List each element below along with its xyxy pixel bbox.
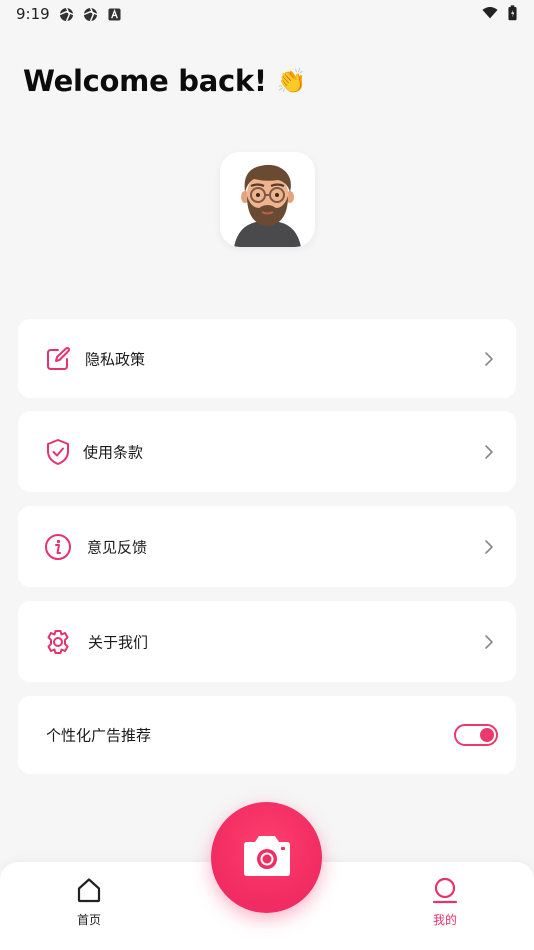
shield-check-icon [44,438,72,466]
tab-home[interactable]: 首页 [59,876,119,928]
status-bar: 9:19 [0,0,534,28]
tab-label: 我的 [432,913,457,927]
welcome-text: Welcome back! [23,64,267,98]
chevron-right-icon [482,538,496,556]
status-left-icons [58,6,122,22]
home-icon [75,876,103,908]
camera-button[interactable] [211,802,322,913]
menu-item-label: 使用条款 [83,443,144,461]
personalized-ads-card: 个性化广告推荐 [18,696,516,774]
profile-icon [431,876,459,908]
personalized-ads-toggle[interactable] [454,724,498,746]
status-time: 9:19 [16,5,50,23]
avatar-image [220,152,315,247]
menu-item-terms-of-use[interactable]: 使用条款 [18,411,516,492]
edit-icon [44,345,72,373]
menu-item-privacy-policy[interactable]: 隐私政策 [18,319,516,398]
battery-icon [504,5,520,21]
toggle-knob [480,728,494,742]
menu-item-label: 意见反馈 [87,538,148,556]
menu-item-about-us[interactable]: 关于我们 [18,601,516,682]
menu-item-label: 关于我们 [88,633,149,651]
gear-icon [44,628,72,656]
personalized-ads-label: 个性化广告推荐 [46,726,152,745]
aperture-icon [58,6,74,22]
chevron-right-icon [482,350,496,368]
camera-icon [240,833,294,883]
status-right-icons [482,5,520,21]
info-icon [44,533,72,561]
wifi-icon [482,5,498,21]
aperture-icon [82,6,98,22]
page-title: Welcome back! 👏 [23,64,307,98]
avatar[interactable] [220,152,315,247]
chevron-right-icon [482,443,496,461]
chevron-right-icon [482,633,496,651]
tab-mine[interactable]: 我的 [415,876,475,928]
menu-item-feedback[interactable]: 意见反馈 [18,506,516,587]
clapping-hands-icon: 👏 [276,67,307,95]
font-app-icon [106,6,122,22]
menu-item-label: 隐私政策 [85,350,146,368]
tab-label: 首页 [76,913,101,927]
